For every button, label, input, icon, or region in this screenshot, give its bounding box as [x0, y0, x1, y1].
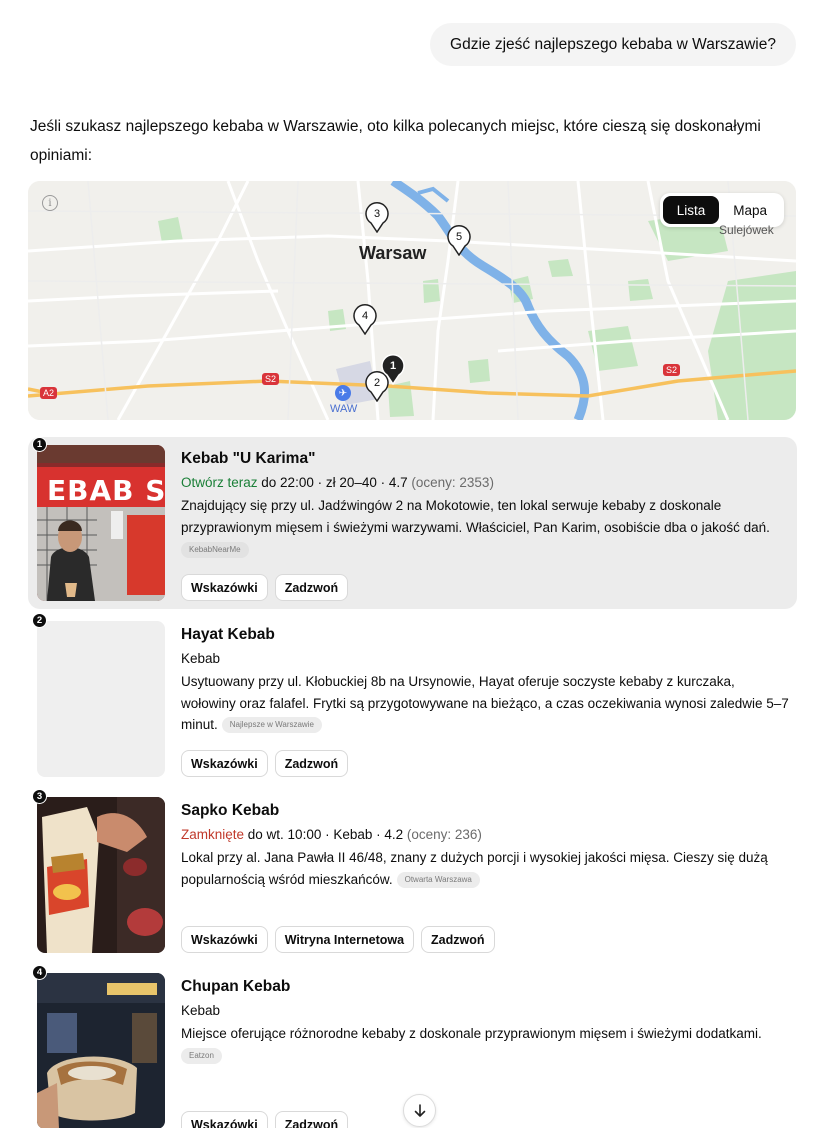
place-photo: [37, 973, 165, 1128]
user-message-bubble: Gdzie zjeść najlepszego kebaba w Warszaw…: [430, 23, 796, 66]
place-description: Miejsce oferujące różnorodne kebaby z do…: [181, 1023, 789, 1066]
place-reviews: (oceny: 236): [406, 827, 482, 842]
place-name[interactable]: Sapko Kebab: [181, 801, 789, 821]
website-button[interactable]: Witryna Internetowa: [274, 926, 415, 953]
map-pin-1-label: 1: [390, 360, 396, 372]
airport-icon: ✈: [335, 385, 351, 401]
call-button[interactable]: Zadzwoń: [274, 574, 349, 601]
map-pin-4-label: 4: [362, 310, 368, 322]
toggle-list[interactable]: Lista: [662, 196, 720, 224]
source-chip[interactable]: Najlepsze w Warszawie: [221, 717, 322, 734]
place-name[interactable]: Hayat Kebab: [181, 625, 789, 645]
assistant-intro: Jeśli szukasz najlepszego kebaba w Warsz…: [30, 118, 761, 164]
map-pin-3[interactable]: 3: [364, 201, 390, 233]
place-number-badge: 1: [32, 437, 47, 452]
place-description-text: Miejsce oferujące różnorodne kebaby z do…: [181, 1026, 762, 1041]
place-details: Kebab: [181, 1003, 221, 1018]
place-photo: EBAB S: [37, 445, 165, 601]
map-pin-5-label: 5: [456, 231, 462, 243]
place-name[interactable]: Chupan Kebab: [181, 977, 789, 997]
directions-button[interactable]: Wskazówki: [181, 1111, 268, 1128]
call-button[interactable]: Zadzwoń: [421, 926, 495, 953]
directions-button[interactable]: Wskazówki: [181, 926, 268, 953]
call-button[interactable]: Zadzwoń: [274, 1111, 349, 1128]
view-toggle[interactable]: Lista Mapa: [659, 193, 784, 227]
place-photo-image: [37, 973, 165, 1128]
place-details: Kebab: [181, 651, 221, 666]
source-chip[interactable]: Eatzon: [181, 1048, 222, 1065]
map-pin-4[interactable]: 4: [352, 303, 378, 335]
place-photo-image: [37, 797, 165, 953]
place-details: do wt. 10:00 · Kebab · 4.2: [244, 827, 407, 842]
place-photo-placeholder: [37, 621, 165, 777]
place-meta: Otwórz teraz do 22:00 · zł 20–40 · 4.7 (…: [181, 473, 789, 493]
road-badge-s2-east: S2: [663, 364, 681, 376]
place-reviews: (oceny: 2353): [411, 475, 494, 490]
place-card[interactable]: 3 Sapko Kebab Zamknięte do wt. 10:00 · K…: [28, 789, 797, 961]
source-chip[interactable]: KebabNearMe: [181, 541, 249, 558]
place-photo-image: EBAB S: [37, 445, 165, 601]
place-meta: Kebab: [181, 1001, 789, 1021]
place-card[interactable]: EBAB S 1 Kebab "U Karima" Otwórz teraz d…: [28, 437, 797, 609]
place-photo: [37, 797, 165, 953]
map-pin-1[interactable]: 1: [380, 353, 406, 385]
place-number-badge: 3: [32, 789, 47, 804]
place-card[interactable]: 2 Hayat Kebab Kebab Usytuowany przy ul. …: [28, 613, 797, 785]
place-meta: Zamknięte do wt. 10:00 · Kebab · 4.2 (oc…: [181, 825, 789, 845]
place-name[interactable]: Kebab "U Karima": [181, 449, 789, 469]
photo-sign-text: EBAB S: [47, 474, 165, 507]
place-description: Znajdujący się przy ul. Jadźwingów 2 na …: [181, 495, 789, 560]
status-open: Otwórz teraz: [181, 475, 258, 490]
scroll-down-button[interactable]: [403, 1094, 436, 1127]
map-panel[interactable]: i Lista Mapa Warsaw Sulejówek WAW ✈ A2 S…: [28, 181, 796, 420]
place-description: Lokal przy al. Jana Pawła II 46/48, znan…: [181, 847, 789, 890]
map-label-city: Warsaw: [359, 243, 427, 263]
place-description: Usytuowany przy ul. Kłobuckiej 8b na Urs…: [181, 671, 789, 736]
road-badge-a2: A2: [40, 387, 58, 399]
map-label-airport: WAW: [330, 403, 358, 415]
place-meta: Kebab: [181, 649, 789, 669]
arrow-down-icon: [414, 1103, 425, 1117]
toggle-map[interactable]: Mapa: [719, 196, 781, 224]
map-pin-5[interactable]: 5: [446, 224, 472, 256]
map-pin-3-label: 3: [374, 208, 380, 220]
place-details: do 22:00 · zł 20–40 · 4.7: [257, 475, 412, 490]
map-info-icon[interactable]: i: [42, 195, 58, 211]
place-number-badge: 2: [32, 613, 47, 628]
status-closed: Zamknięte: [181, 827, 245, 842]
call-button[interactable]: Zadzwoń: [274, 750, 349, 777]
place-description-text: Znajdujący się przy ul. Jadźwingów 2 na …: [181, 498, 770, 535]
place-number-badge: 4: [32, 965, 47, 980]
directions-button[interactable]: Wskazówki: [181, 750, 268, 777]
source-chip[interactable]: Otwarta Warszawa: [396, 871, 480, 888]
user-message-text: Gdzie zjeść najlepszego kebaba w Warszaw…: [450, 35, 776, 53]
map-label-town: Sulejówek: [719, 223, 774, 237]
directions-button[interactable]: Wskazówki: [181, 574, 268, 601]
road-badge-s2: S2: [262, 373, 280, 385]
